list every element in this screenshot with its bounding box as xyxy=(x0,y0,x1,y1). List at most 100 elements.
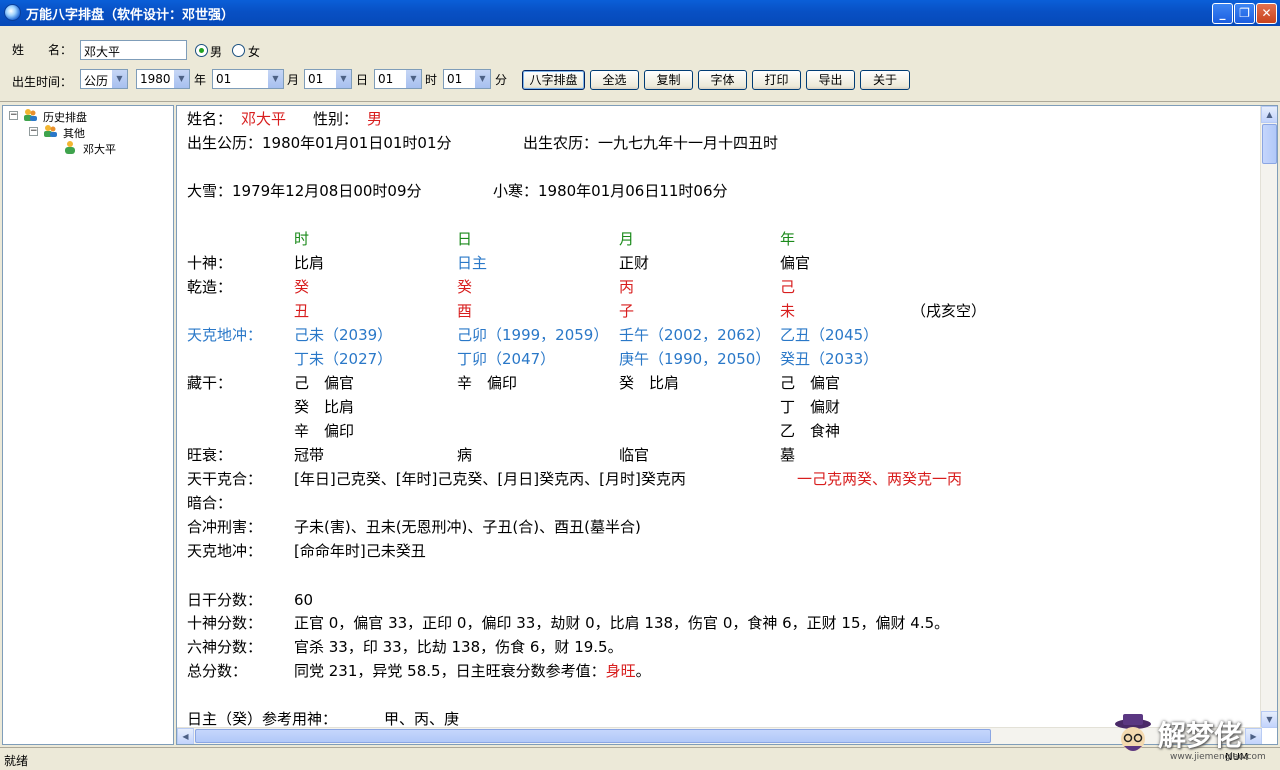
gender-female-label[interactable]: 女 xyxy=(248,43,260,60)
chevron-down-icon: ▼ xyxy=(405,70,421,88)
report-gender: 男 xyxy=(367,110,383,128)
tkdc-day-1: 己卯（1999，2059） xyxy=(457,326,609,344)
status-bar: 就绪 NUM xyxy=(0,747,1280,770)
tkdc-month-1: 壬午（2002，2062） xyxy=(619,326,771,344)
wangshuai-hour: 冠带 xyxy=(294,446,325,464)
shishen-year: 偏官 xyxy=(780,254,811,272)
font-button[interactable]: 字体 xyxy=(698,70,747,90)
print-button[interactable]: 打印 xyxy=(752,70,801,90)
minute-select[interactable]: 01 ▼ xyxy=(443,69,491,89)
tkdc-hour-1: 己未（2039） xyxy=(294,326,393,344)
lunar-date: 出生农历：一九七九年十一月十四丑时 xyxy=(523,134,779,152)
gender-female-radio[interactable] xyxy=(232,44,245,57)
users-icon xyxy=(23,108,37,122)
shishen-label: 十神： xyxy=(187,254,233,272)
wangshuai-year: 墓 xyxy=(780,446,796,464)
horizontal-scroll-thumb[interactable] xyxy=(195,729,991,743)
wangshuai-month: 临官 xyxy=(619,446,650,464)
hcxh-label: 合冲刑害： xyxy=(187,518,263,536)
tkdc2-label: 天克地冲： xyxy=(187,542,263,560)
hour-select[interactable]: 01 ▼ xyxy=(374,69,422,89)
mascot-icon xyxy=(1115,714,1151,751)
anhe-label: 暗合： xyxy=(187,494,233,512)
hour-unit: 时 xyxy=(425,73,438,87)
collapse-icon[interactable]: − xyxy=(9,111,18,120)
tkdc-day-2: 丁卯（2047） xyxy=(457,350,556,368)
report-panel[interactable]: 姓名： 邓大平 性别： 男 出生公历：1980年01月01日01时01分 出生农… xyxy=(176,105,1278,745)
solar-date: 出生公历：1980年01月01日01时01分 xyxy=(187,134,452,152)
kongwang: （戌亥空） xyxy=(911,302,987,320)
total-label: 总分数： xyxy=(187,662,248,680)
year-select[interactable]: 1980 ▼ xyxy=(136,69,190,89)
title-bar[interactable]: 万能八字排盘（软件设计：邓世强） _ ❐ ✕ xyxy=(0,0,1280,26)
liushen-score: 官杀 33，印 33，比劫 138，伤食 6，财 19.5。 xyxy=(294,638,623,656)
liushen-label: 六神分数： xyxy=(187,638,263,656)
app-icon xyxy=(4,4,21,21)
tgkh-text: [年日]己克癸、[年时]己克癸、[月日]癸克丙、[月时]癸克丙 xyxy=(294,470,686,488)
month-select[interactable]: 01 ▼ xyxy=(212,69,284,89)
branch-day: 酉 xyxy=(457,302,473,320)
name-label: 姓 名： xyxy=(12,43,73,57)
chevron-down-icon: ▼ xyxy=(267,70,283,88)
tkdc-year-1: 乙丑（2045） xyxy=(780,326,879,344)
report-name: 邓大平 xyxy=(241,110,287,128)
month-unit: 月 xyxy=(287,73,300,87)
header-month: 月 xyxy=(619,230,635,248)
branch-hour: 丑 xyxy=(294,302,310,320)
shishen-score: 正官 0，偏官 33，正印 0，偏印 33，劫财 0，比肩 138，伤官 0，食… xyxy=(294,614,950,632)
chevron-down-icon: ▼ xyxy=(173,70,189,88)
solar-term-1: 大雪：1979年12月08日00时09分 xyxy=(187,182,422,200)
shishen-day: 日主 xyxy=(457,254,488,272)
header-hour: 时 xyxy=(294,230,310,248)
users-icon xyxy=(43,124,57,138)
stem-month: 丙 xyxy=(619,278,635,296)
day-unit: 日 xyxy=(356,73,369,87)
select-all-button[interactable]: 全选 xyxy=(590,70,639,90)
canggan-day-1: 辛 偏印 xyxy=(457,374,518,392)
restore-button[interactable]: ❐ xyxy=(1234,3,1255,24)
tree-leaf-label[interactable]: 邓大平 xyxy=(83,141,116,157)
tree-group-label[interactable]: 其他 xyxy=(63,125,85,141)
vertical-scrollbar[interactable]: ▲ ▼ xyxy=(1260,106,1277,728)
input-toolbar: 姓 名： 邓大平 男 女 出生时间： 公历 ▼ 1980 ▼ 年 01 ▼ 月 01 ▼… xyxy=(0,26,1280,102)
canggan-year-2: 丁 偏财 xyxy=(780,398,841,416)
calendar-select[interactable]: 公历 ▼ xyxy=(80,69,128,89)
canggan-hour-3: 辛 偏印 xyxy=(294,422,355,440)
birth-time-label: 出生时间： xyxy=(12,75,73,89)
shishen-month: 正财 xyxy=(619,254,650,272)
stem-hour: 癸 xyxy=(294,278,310,296)
close-button[interactable]: ✕ xyxy=(1256,3,1277,24)
scroll-up-icon[interactable]: ▲ xyxy=(1261,106,1277,123)
day-select[interactable]: 01 ▼ xyxy=(304,69,352,89)
about-button[interactable]: 关于 xyxy=(860,70,910,90)
tkdc-month-2: 庚午（1990，2050） xyxy=(619,350,771,368)
chevron-down-icon: ▼ xyxy=(335,70,351,88)
chevron-down-icon: ▼ xyxy=(111,70,127,88)
yongshen-label: 日主（癸）参考用神： xyxy=(187,710,338,728)
watermark-text: 解梦佬 xyxy=(1158,719,1243,752)
minimize-button[interactable]: _ xyxy=(1212,3,1233,24)
canggan-year-3: 乙 食神 xyxy=(780,422,841,440)
shishen-score-label: 十神分数： xyxy=(187,614,263,632)
collapse-icon[interactable]: − xyxy=(29,127,38,136)
total-text: 同党 231，异党 58.5，日主旺衰分数参考值： xyxy=(294,662,606,680)
minute-unit: 分 xyxy=(495,73,508,87)
scroll-left-icon[interactable]: ◀ xyxy=(177,728,194,744)
bazi-button[interactable]: 八字排盘 xyxy=(522,70,585,90)
wangshuai-label: 旺衰： xyxy=(187,446,233,464)
horizontal-scrollbar[interactable]: ◀ ▶ xyxy=(177,727,1262,744)
branch-month: 子 xyxy=(619,302,635,320)
export-button[interactable]: 导出 xyxy=(806,70,855,90)
tree-root-label[interactable]: 历史排盘 xyxy=(43,109,87,125)
gender-male-radio[interactable] xyxy=(195,44,208,57)
user-icon xyxy=(63,140,77,154)
wangshuai-day: 病 xyxy=(457,446,473,464)
gender-label: 性别： xyxy=(313,110,359,128)
shishen-hour: 比肩 xyxy=(294,254,325,272)
copy-button[interactable]: 复制 xyxy=(644,70,693,90)
history-tree: − 历史排盘 − 其他 邓大平 xyxy=(2,105,174,745)
vertical-scroll-thumb[interactable] xyxy=(1262,124,1277,164)
name-input[interactable]: 邓大平 xyxy=(80,40,187,60)
gender-male-label[interactable]: 男 xyxy=(210,43,222,60)
year-unit: 年 xyxy=(194,73,207,87)
